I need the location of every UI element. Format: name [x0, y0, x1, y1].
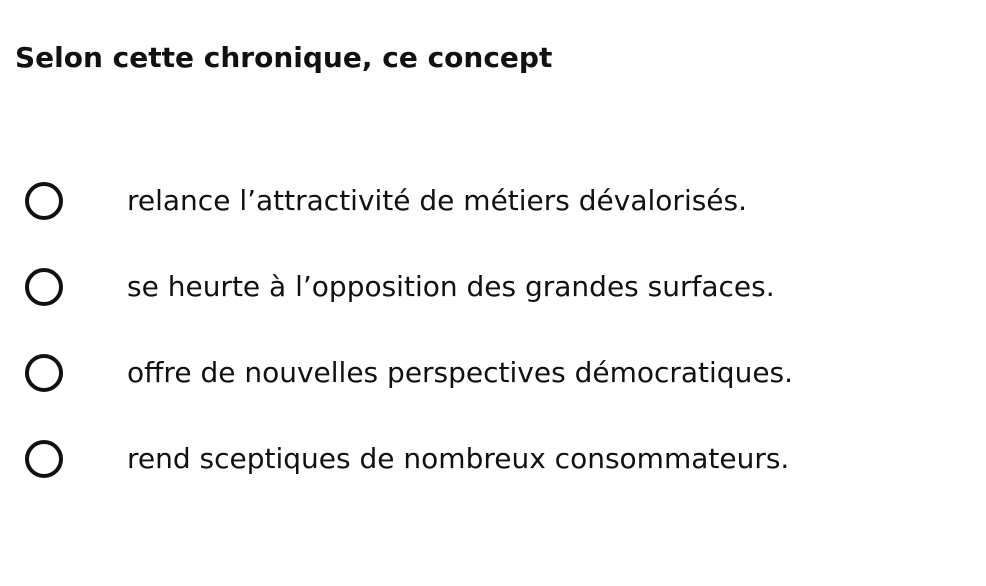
- answer-option-label: offre de nouvelles perspectives démocrat…: [127, 356, 794, 389]
- answer-option-label: rend sceptiques de nombreux consommateur…: [127, 442, 790, 475]
- answer-option-3[interactable]: offre de nouvelles perspectives démocrat…: [0, 332, 900, 418]
- question-title: Selon cette chronique, ce concept: [15, 41, 553, 74]
- radio-button-option-4[interactable]: [25, 440, 63, 478]
- answer-option-label: se heurte à l’opposition des grandes sur…: [127, 270, 775, 303]
- answer-option-1[interactable]: relance l’attractivité de métiers dévalo…: [0, 160, 900, 246]
- radio-button-option-2[interactable]: [25, 268, 63, 306]
- answer-option-2[interactable]: se heurte à l’opposition des grandes sur…: [0, 246, 900, 332]
- answer-option-4[interactable]: rend sceptiques de nombreux consommateur…: [0, 418, 900, 504]
- radio-button-option-3[interactable]: [25, 354, 63, 392]
- answer-option-label: relance l’attractivité de métiers dévalo…: [127, 184, 748, 217]
- radio-button-option-1[interactable]: [25, 182, 63, 220]
- answer-options: relance l’attractivité de métiers dévalo…: [0, 160, 986, 504]
